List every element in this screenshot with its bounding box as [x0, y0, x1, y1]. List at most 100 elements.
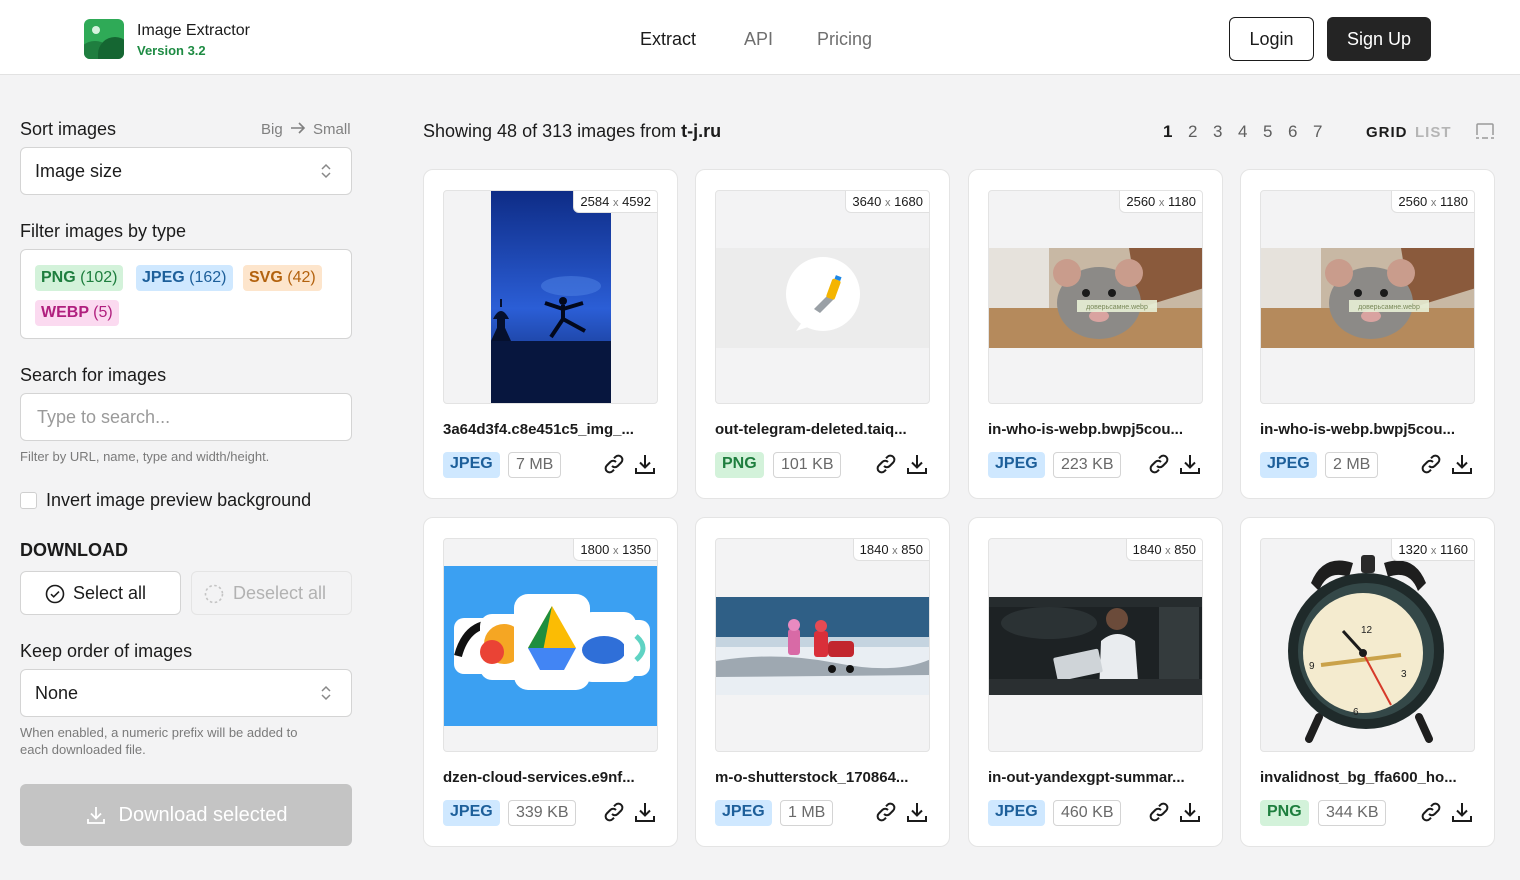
page-5[interactable]: 5 [1263, 122, 1272, 142]
sort-label: Sort images [20, 119, 117, 139]
image-extractor-logo-icon[interactable] [84, 19, 124, 59]
download-icon[interactable] [633, 452, 657, 476]
image-preview[interactable]: 2560 x 1180 доверьсамне.webp [1260, 190, 1475, 404]
page-6[interactable]: 6 [1288, 122, 1297, 142]
image-card[interactable]: 2584 x 4592 3a64d3f4.c8e451c5_img_... JP… [423, 169, 678, 499]
size-badge: 101 KB [773, 452, 842, 478]
nav-pricing[interactable]: Pricing [817, 29, 872, 50]
image-preview[interactable]: 3640 x 1680 [715, 190, 930, 404]
link-icon[interactable] [1147, 800, 1171, 824]
filter-chip-png[interactable]: PNG (102) [35, 265, 124, 291]
sort-select[interactable]: Image size [20, 147, 352, 195]
rat-caption: доверьсамне.webp [1086, 304, 1148, 311]
app-version: Version 3.2 [137, 43, 206, 58]
order-select[interactable]: None [20, 669, 352, 717]
link-icon[interactable] [1419, 452, 1443, 476]
dashed-circle-icon [204, 584, 224, 604]
clock-label-6: 6 [1353, 707, 1359, 718]
select-all-label: Select all [73, 582, 147, 603]
source-domain: t-j.ru [681, 121, 722, 141]
image-preview[interactable]: 2584 x 4592 [443, 190, 658, 404]
download-icon [86, 807, 105, 824]
image-card[interactable]: 1800 x 1350 dzen-cloud-services.e9nf... … [423, 517, 678, 847]
dimensions-badge: 1800 x 1350 [573, 539, 657, 561]
link-icon[interactable] [1419, 800, 1443, 824]
filter-chip-webp[interactable]: WEBP (5) [35, 300, 119, 326]
image-preview[interactable]: 1320 x 1160 12 9 3 6 [1260, 538, 1475, 752]
view-list-toggle[interactable]: LIST [1415, 124, 1452, 141]
order-select-value: None [35, 682, 79, 703]
download-selected-label: Download selected [118, 803, 288, 826]
image-filename: in-who-is-webp.bwpj5cou... [988, 421, 1183, 438]
dimensions-badge: 2584 x 4592 [573, 191, 657, 213]
sort-direction-toggle[interactable]: Big Small [261, 121, 351, 138]
nav-api[interactable]: API [744, 29, 773, 50]
select-all-button[interactable]: Select all [20, 571, 181, 615]
dimensions-badge: 1320 x 1160 [1391, 539, 1474, 561]
deselect-all-button[interactable]: Deselect all [191, 571, 352, 615]
updown-chevron-icon [321, 163, 331, 179]
page-2[interactable]: 2 [1188, 122, 1197, 142]
invert-checkbox[interactable] [20, 492, 37, 509]
preview-frame-icon[interactable] [1475, 122, 1495, 140]
nav-extract[interactable]: Extract [640, 29, 696, 50]
download-icon[interactable] [1450, 452, 1474, 476]
page-4[interactable]: 4 [1238, 122, 1247, 142]
image-filename: in-who-is-webp.bwpj5cou... [1260, 421, 1455, 438]
type-badge: PNG [715, 452, 764, 478]
filter-chip-jpeg[interactable]: JPEG (162) [136, 265, 233, 291]
login-button[interactable]: Login [1229, 17, 1314, 61]
type-badge: JPEG [443, 800, 500, 826]
download-selected-button[interactable]: Download selected [20, 784, 352, 846]
type-badge: JPEG [443, 452, 500, 478]
rat-caption: доверьсамне.webp [1358, 304, 1420, 311]
cloud-services-illustration [444, 566, 657, 726]
invert-label[interactable]: Invert image preview background [46, 490, 311, 511]
sort-small-label: Small [313, 121, 351, 138]
link-icon[interactable] [602, 452, 626, 476]
updown-chevron-icon [321, 685, 331, 701]
download-icon[interactable] [633, 800, 657, 824]
image-card[interactable]: 1320 x 1160 12 9 3 6 invalidnost_bg_ffa6… [1240, 517, 1495, 847]
clock-label-9: 9 [1309, 661, 1315, 672]
download-icon[interactable] [905, 452, 929, 476]
link-icon[interactable] [1147, 452, 1171, 476]
type-badge: JPEG [988, 800, 1045, 826]
clock-label-12: 12 [1361, 625, 1373, 636]
image-card[interactable]: 3640 x 1680 out-telegram-deleted.taiq...… [695, 169, 950, 499]
search-hint: Filter by URL, name, type and width/heig… [20, 449, 270, 464]
signup-button[interactable]: Sign Up [1327, 17, 1431, 61]
image-card[interactable]: 1840 x 850 in-out-yandexgpt-summar... JP… [968, 517, 1223, 847]
link-icon[interactable] [874, 452, 898, 476]
image-card[interactable]: 2560 x 1180 доверьсамне.webp in-who-is-w… [968, 169, 1223, 499]
link-icon[interactable] [874, 800, 898, 824]
app-name: Image Extractor [137, 22, 250, 39]
filter-chip-svg[interactable]: SVG (42) [243, 265, 322, 291]
download-icon[interactable] [1178, 800, 1202, 824]
image-preview[interactable]: 1840 x 850 [715, 538, 930, 752]
arrow-right-icon [290, 122, 305, 134]
size-badge: 2 MB [1325, 452, 1379, 478]
download-icon[interactable] [1178, 452, 1202, 476]
link-icon[interactable] [602, 800, 626, 824]
image-card[interactable]: 1840 x 850 m-o-shutterstock_170864... JP… [695, 517, 950, 847]
top-header: Image Extractor Version 3.2 Extract API … [0, 0, 1520, 75]
sort-select-value: Image size [35, 160, 123, 181]
yoga-silhouette-photo [491, 191, 611, 403]
image-filename: in-out-yandexgpt-summar... [988, 769, 1185, 786]
image-preview[interactable]: 1840 x 850 [988, 538, 1203, 752]
image-card[interactable]: 2560 x 1180 доверьсамне.webp in-who-is-w… [1240, 169, 1495, 499]
download-icon[interactable] [1450, 800, 1474, 824]
page-7[interactable]: 7 [1313, 122, 1322, 142]
image-preview[interactable]: 1800 x 1350 [443, 538, 658, 752]
check-circle-icon [45, 584, 65, 604]
search-input[interactable] [20, 393, 352, 441]
page-1[interactable]: 1 [1163, 122, 1172, 142]
page-3[interactable]: 3 [1213, 122, 1222, 142]
results-summary: Showing 48 of 313 images from t-j.ru [423, 121, 722, 141]
download-icon[interactable] [905, 800, 929, 824]
dimensions-badge: 1840 x 850 [852, 539, 929, 561]
image-preview[interactable]: 2560 x 1180 доверьсамне.webp [988, 190, 1203, 404]
view-grid-toggle[interactable]: GRID [1366, 124, 1408, 141]
search-label: Search for images [20, 365, 167, 385]
